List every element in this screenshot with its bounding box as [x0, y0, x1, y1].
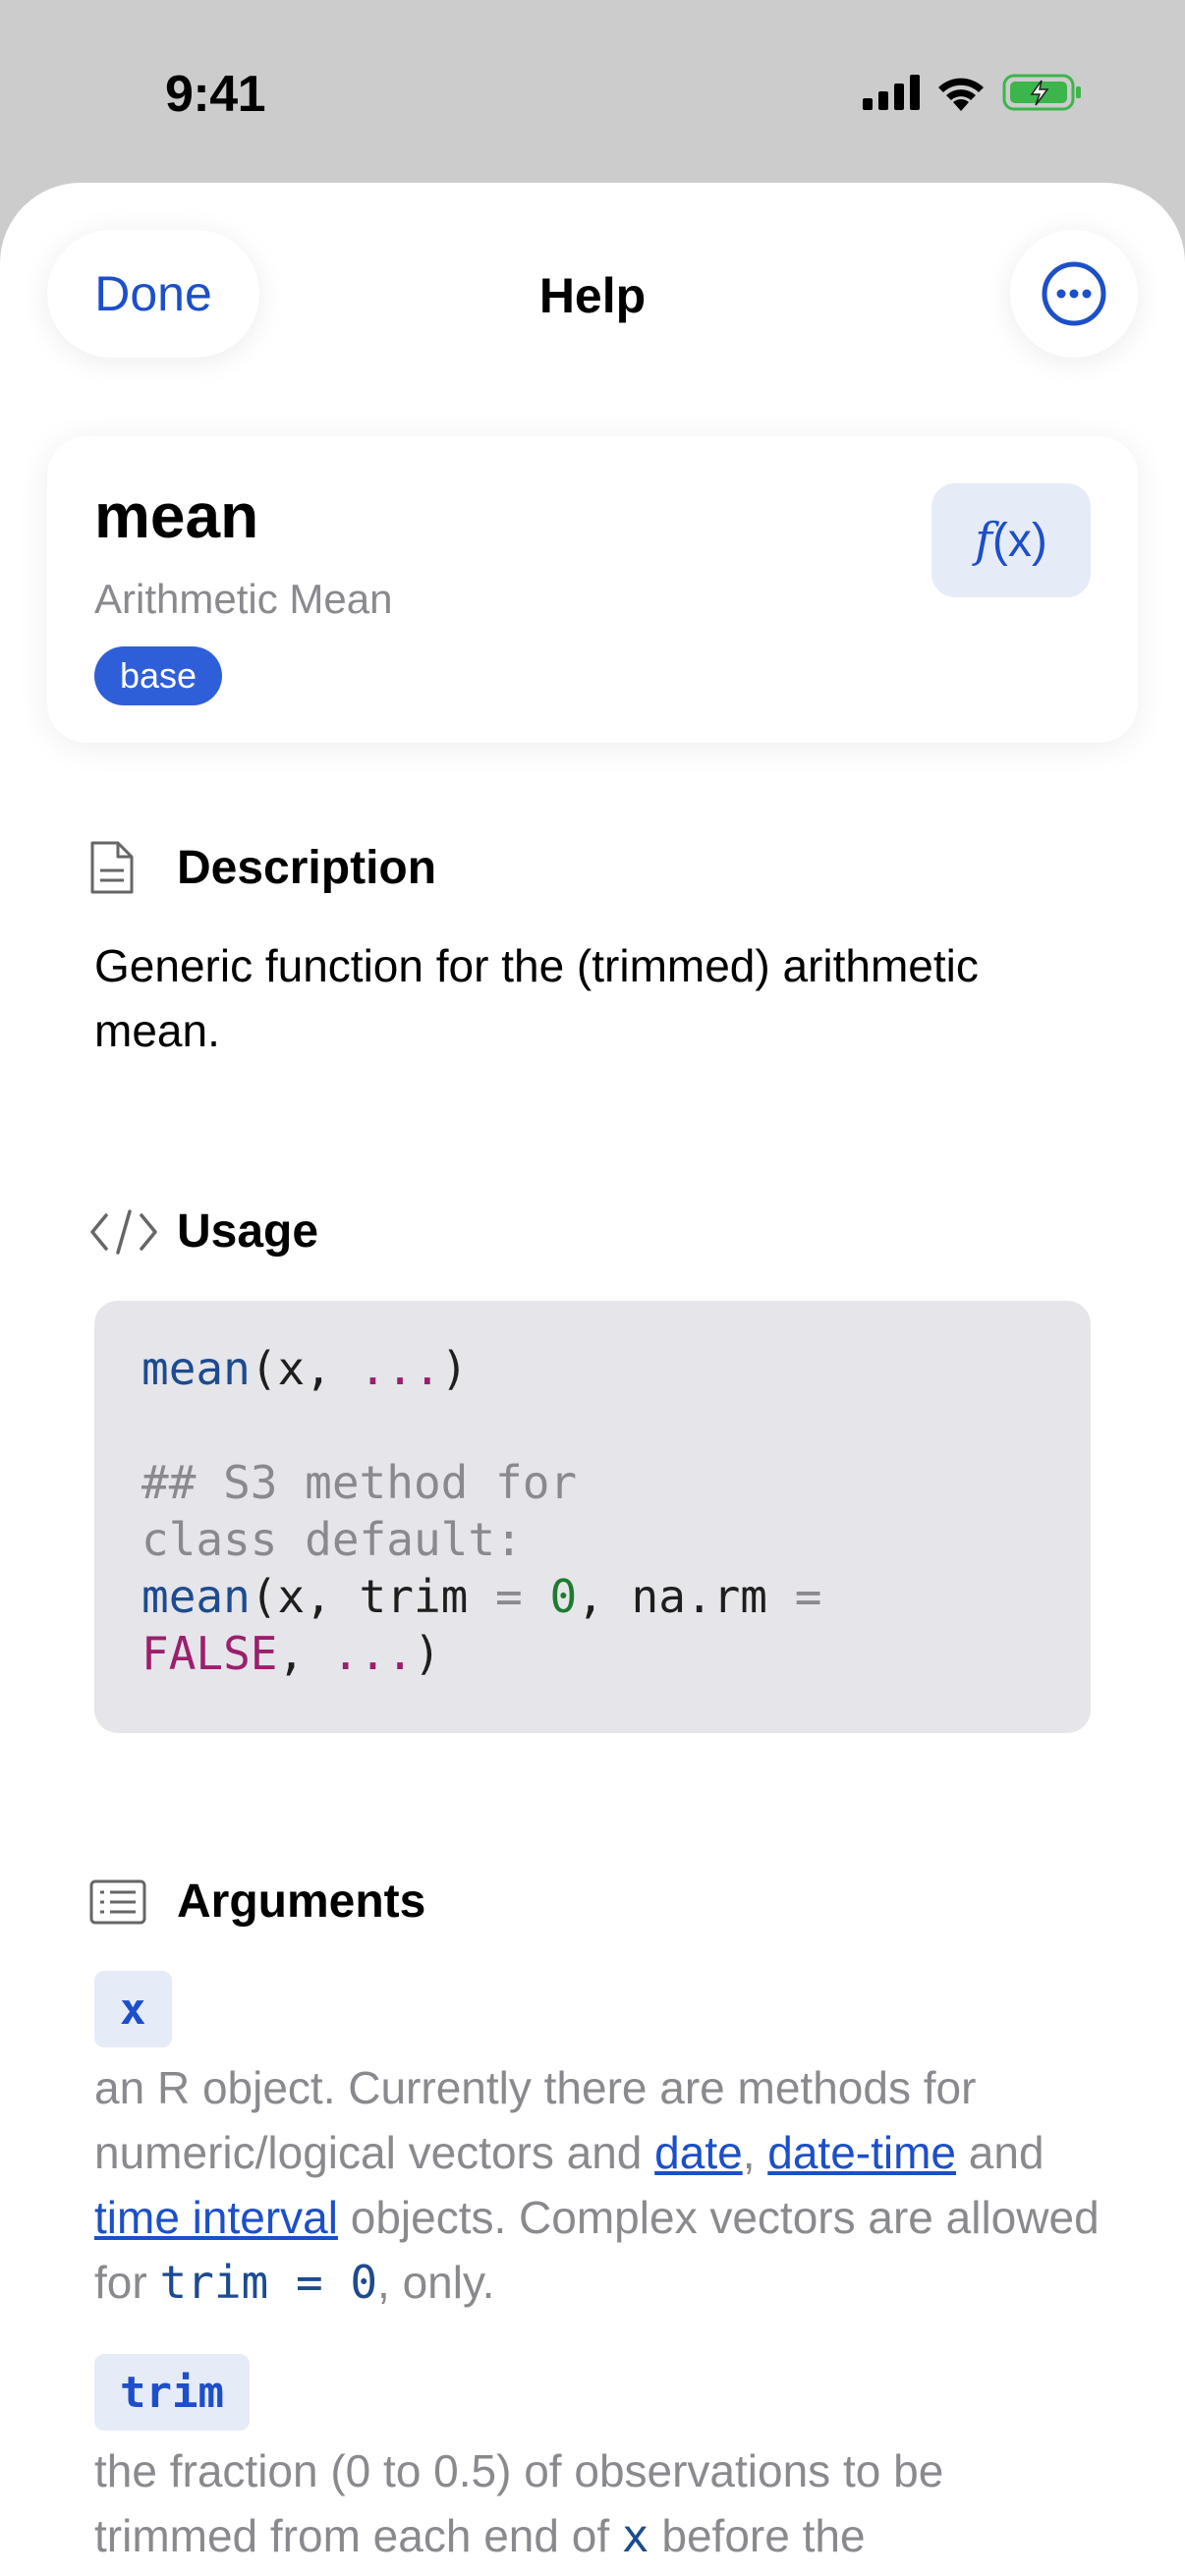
description-text: Generic function for the (trimmed) arith…: [94, 940, 979, 1056]
description-heading: Description: [177, 841, 437, 894]
more-button[interactable]: [1010, 230, 1138, 358]
code-text: (x, trim: [250, 1570, 496, 1623]
link-time-interval[interactable]: time interval: [94, 2192, 338, 2243]
status-bar: 9:41: [0, 0, 1185, 183]
code-op: =: [794, 1570, 822, 1623]
code-text: , na.rm: [577, 1570, 795, 1623]
code-text: ): [413, 1627, 441, 1680]
code-text: ,: [277, 1627, 332, 1680]
list-icon: [88, 1878, 159, 1926]
battery-icon: [1002, 74, 1081, 111]
argument-desc-x: an R object. Currently there are methods…: [94, 2055, 1106, 2315]
code-dots: ...: [359, 1342, 441, 1395]
arg-text: before the: [649, 2510, 866, 2561]
signal-icon: [863, 75, 920, 110]
code-dots: ...: [331, 1627, 414, 1680]
fx-label-f: f: [975, 513, 992, 568]
code-text: (x,: [250, 1342, 360, 1395]
status-time: 9:41: [165, 66, 266, 123]
argument-desc-trim: the fraction (0 to 0.5) of observations …: [94, 2438, 1106, 2568]
code-fn-mean: mean: [141, 1570, 251, 1623]
link-date-time[interactable]: date-time: [767, 2127, 956, 2178]
function-header-card: mean Arithmetic Mean base f (x): [47, 436, 1138, 743]
function-button[interactable]: f (x): [931, 483, 1091, 597]
usage-heading: Usage: [177, 1205, 319, 1258]
nav-bar: Done Help: [0, 183, 1185, 379]
usage-code-block: mean(x, ...) ## S3 method for class defa…: [94, 1301, 1091, 1733]
arg-text: ,: [742, 2127, 768, 2178]
help-sheet: Done Help mean Arithmetic Mean base f (x): [0, 183, 1185, 2576]
arg-text: and: [956, 2127, 1044, 2178]
status-icons: [863, 73, 1083, 112]
ellipsis-circle-icon: [1042, 261, 1106, 326]
wifi-icon: [938, 78, 984, 111]
code-text: ): [440, 1342, 469, 1395]
argument-chip-x[interactable]: x: [94, 1971, 172, 2047]
document-icon: [88, 839, 159, 896]
code-icon: [88, 1207, 159, 1257]
function-title: Arithmetic Mean: [94, 576, 393, 622]
code-comment: ## S3 method for: [141, 1456, 578, 1509]
package-badge[interactable]: base: [94, 646, 223, 705]
function-name: mean: [94, 480, 259, 551]
arguments-heading: Arguments: [177, 1876, 426, 1928]
inline-code: x: [621, 2509, 649, 2562]
usage-header: Usage: [88, 1204, 318, 1259]
fx-label-x: (x): [991, 514, 1047, 567]
arg-text: , only.: [377, 2257, 495, 2308]
link-date[interactable]: date: [654, 2127, 743, 2178]
description-header: Description: [88, 839, 436, 896]
code-op: =: [495, 1570, 523, 1623]
arguments-header: Arguments: [88, 1875, 425, 1929]
argument-chip-trim[interactable]: trim: [94, 2354, 250, 2431]
code-comment: class default:: [141, 1513, 523, 1566]
code-fn-mean: mean: [141, 1342, 251, 1395]
inline-code: trim = 0: [159, 2256, 378, 2309]
nav-title: Help: [538, 268, 647, 323]
code-keyword: FALSE: [141, 1627, 278, 1680]
code-number: 0: [549, 1570, 578, 1623]
